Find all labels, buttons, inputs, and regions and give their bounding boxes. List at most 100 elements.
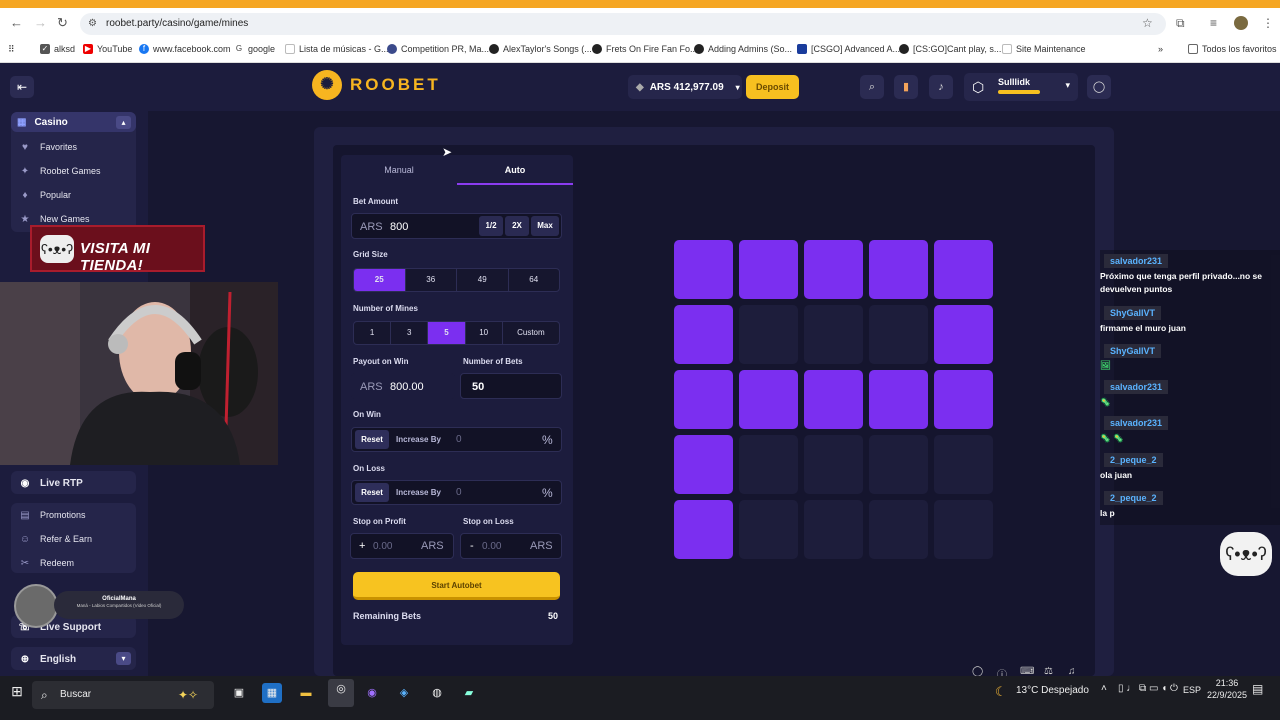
roobet-logo[interactable]: ✺ ROOBET — [312, 70, 441, 100]
more-bookmarks-icon[interactable]: » — [1158, 44, 1163, 54]
mines-option[interactable]: 3 — [391, 322, 429, 344]
mines-custom-option[interactable]: Custom — [503, 322, 559, 344]
calculator-icon[interactable]: ▦ — [262, 683, 282, 703]
num-bets-field[interactable]: 50 — [460, 373, 562, 399]
chevron-down-icon[interactable]: ▾ — [116, 652, 131, 665]
bookmark-item[interactable]: Lista de músicas - G... — [285, 44, 389, 54]
on-win-increase-button[interactable]: Increase By — [391, 430, 446, 449]
sidebar-item-promotions[interactable]: ▤ Promotions — [18, 505, 85, 525]
bookmark-item[interactable]: Frets On Fire Fan Fo... — [592, 44, 698, 54]
grid-size-option[interactable]: 25 — [354, 269, 406, 291]
bell-icon[interactable]: ♪ — [929, 75, 953, 99]
sidebar-item-refer[interactable]: ☺ Refer & Earn — [18, 529, 92, 549]
language-indicator[interactable]: ESP — [1183, 685, 1201, 695]
on-loss-increase-button[interactable]: Increase By — [391, 483, 446, 502]
stop-profit-field[interactable]: + 0.00 ARS — [350, 533, 454, 559]
profile-avatar[interactable] — [1234, 16, 1248, 30]
mine-tile[interactable] — [804, 500, 863, 559]
sidebar-item-popular[interactable]: ♦ Popular — [18, 185, 71, 205]
bookmark-item[interactable]: Site Maintenance — [1002, 44, 1086, 54]
mine-tile[interactable] — [674, 305, 733, 364]
clock-date[interactable]: 22/9/2025 — [1202, 690, 1252, 700]
rewards-icon[interactable]: ▮ — [894, 75, 918, 99]
bookmark-item[interactable]: ✓ alksd — [40, 44, 75, 54]
bookmark-item[interactable]: Ggoogle — [234, 44, 275, 54]
mine-tile[interactable] — [869, 500, 928, 559]
on-win-input[interactable]: 0 — [456, 434, 462, 445]
user-menu[interactable]: ⬡ Sulllidk ▾ — [964, 73, 1078, 101]
mine-tile[interactable] — [934, 435, 993, 494]
on-loss-reset-button[interactable]: Reset — [355, 483, 389, 502]
mine-tile[interactable] — [739, 305, 798, 364]
max-bet-button[interactable]: Max — [531, 216, 559, 236]
mine-tile[interactable] — [739, 435, 798, 494]
bookmark-item[interactable]: f www.facebook.com — [139, 44, 231, 54]
bookmark-item[interactable]: Adding Admins (So... — [694, 44, 792, 54]
chrome-icon[interactable]: ◎ — [328, 679, 354, 707]
on-win-reset-button[interactable]: Reset — [355, 430, 389, 449]
mine-tile[interactable] — [804, 240, 863, 299]
deposit-button[interactable]: Deposit — [746, 75, 799, 99]
double-bet-button[interactable]: 2X — [505, 216, 529, 236]
mine-tile[interactable] — [674, 240, 733, 299]
file-explorer-icon[interactable]: ▬ — [296, 683, 316, 703]
clock-time[interactable]: 21:36 — [1210, 678, 1244, 688]
forward-icon[interactable]: → — [34, 15, 47, 31]
mine-tile[interactable] — [674, 435, 733, 494]
chat-bubble-icon[interactable]: ◯ — [1087, 75, 1111, 99]
mine-tile[interactable] — [934, 370, 993, 429]
sidebar-item-redeem[interactable]: ✂ Redeem — [18, 553, 74, 573]
tab-manual[interactable]: Manual — [341, 156, 457, 186]
reload-icon[interactable]: ↻ — [57, 15, 68, 31]
tab-auto[interactable]: Auto — [457, 156, 573, 186]
bookmark-item[interactable]: AlexTaylor's Songs (... — [489, 44, 592, 54]
task-view-icon[interactable]: ▣ — [229, 683, 249, 703]
tray-icons[interactable]: ▯ ♩ ⧉ ▭ ◖ ⏻ — [1118, 683, 1178, 694]
notifications-icon[interactable]: ▤ — [1252, 682, 1263, 696]
sidebar-item-favorites[interactable]: ♥ Favorites — [18, 137, 77, 157]
mine-tile[interactable] — [869, 240, 928, 299]
mines-option[interactable]: 10 — [466, 322, 503, 344]
taskbar-search[interactable]: ⌕ Buscar ✦✧ — [32, 681, 214, 709]
app-icon[interactable]: ◉ — [362, 683, 382, 703]
obs-icon[interactable]: ◍ — [427, 683, 447, 703]
bookmark-star-icon[interactable]: ☆ — [1142, 16, 1153, 30]
mine-tile[interactable] — [674, 370, 733, 429]
mine-tile[interactable] — [869, 370, 928, 429]
mines-option[interactable]: 1 — [354, 322, 392, 344]
language-selector[interactable]: ⊕ English — [18, 649, 76, 669]
back-icon[interactable]: ← — [10, 15, 23, 31]
stop-loss-field[interactable]: - 0.00 ARS — [460, 533, 562, 559]
mine-tile[interactable] — [869, 305, 928, 364]
mine-tile[interactable] — [739, 240, 798, 299]
bookmark-item[interactable]: Competition PR, Ma... — [387, 44, 489, 54]
collapse-sidebar-icon[interactable]: ⇤ — [10, 76, 34, 98]
app-icon[interactable]: ▰ — [459, 683, 479, 703]
chevron-up-icon[interactable]: ▴ — [116, 116, 131, 129]
sidebar-item-roobet-games[interactable]: ✦ Roobet Games — [18, 161, 101, 181]
on-loss-input[interactable]: 0 — [456, 487, 462, 498]
half-bet-button[interactable]: 1/2 — [479, 216, 503, 236]
mine-tile[interactable] — [869, 435, 928, 494]
bookmark-item[interactable]: ▶ YouTube — [83, 44, 132, 54]
tray-chevron-icon[interactable]: ˄ — [1101, 683, 1107, 694]
mine-tile[interactable] — [739, 500, 798, 559]
start-autobet-button[interactable]: Start Autobet — [353, 572, 560, 600]
grid-size-option[interactable]: 64 — [509, 269, 560, 291]
mine-tile[interactable] — [934, 500, 993, 559]
mine-tile[interactable] — [934, 240, 993, 299]
windows-start-icon[interactable]: ⊞ — [7, 681, 27, 701]
extensions-icon[interactable]: ⧉ — [1176, 16, 1185, 31]
menu-icon[interactable]: ⋮ — [1262, 16, 1274, 30]
site-info-icon[interactable]: ⚙ — [88, 13, 97, 35]
balance-dropdown[interactable]: ◆ ARS 412,977.09 ▾ — [628, 75, 742, 99]
bookmark-item[interactable]: [CS:GO]Cant play, s... — [899, 44, 1001, 54]
bookmark-item[interactable]: [CSGO] Advanced A... — [797, 44, 900, 54]
mine-tile[interactable] — [804, 305, 863, 364]
media-icon[interactable]: ≡ — [1210, 16, 1217, 30]
mines-option[interactable]: 5 — [428, 322, 466, 344]
sidebar-item-live-rtp[interactable]: ◉ Live RTP — [18, 473, 83, 493]
mine-tile[interactable] — [739, 370, 798, 429]
mine-tile[interactable] — [804, 435, 863, 494]
search-icon[interactable]: ⌕ — [860, 75, 884, 99]
